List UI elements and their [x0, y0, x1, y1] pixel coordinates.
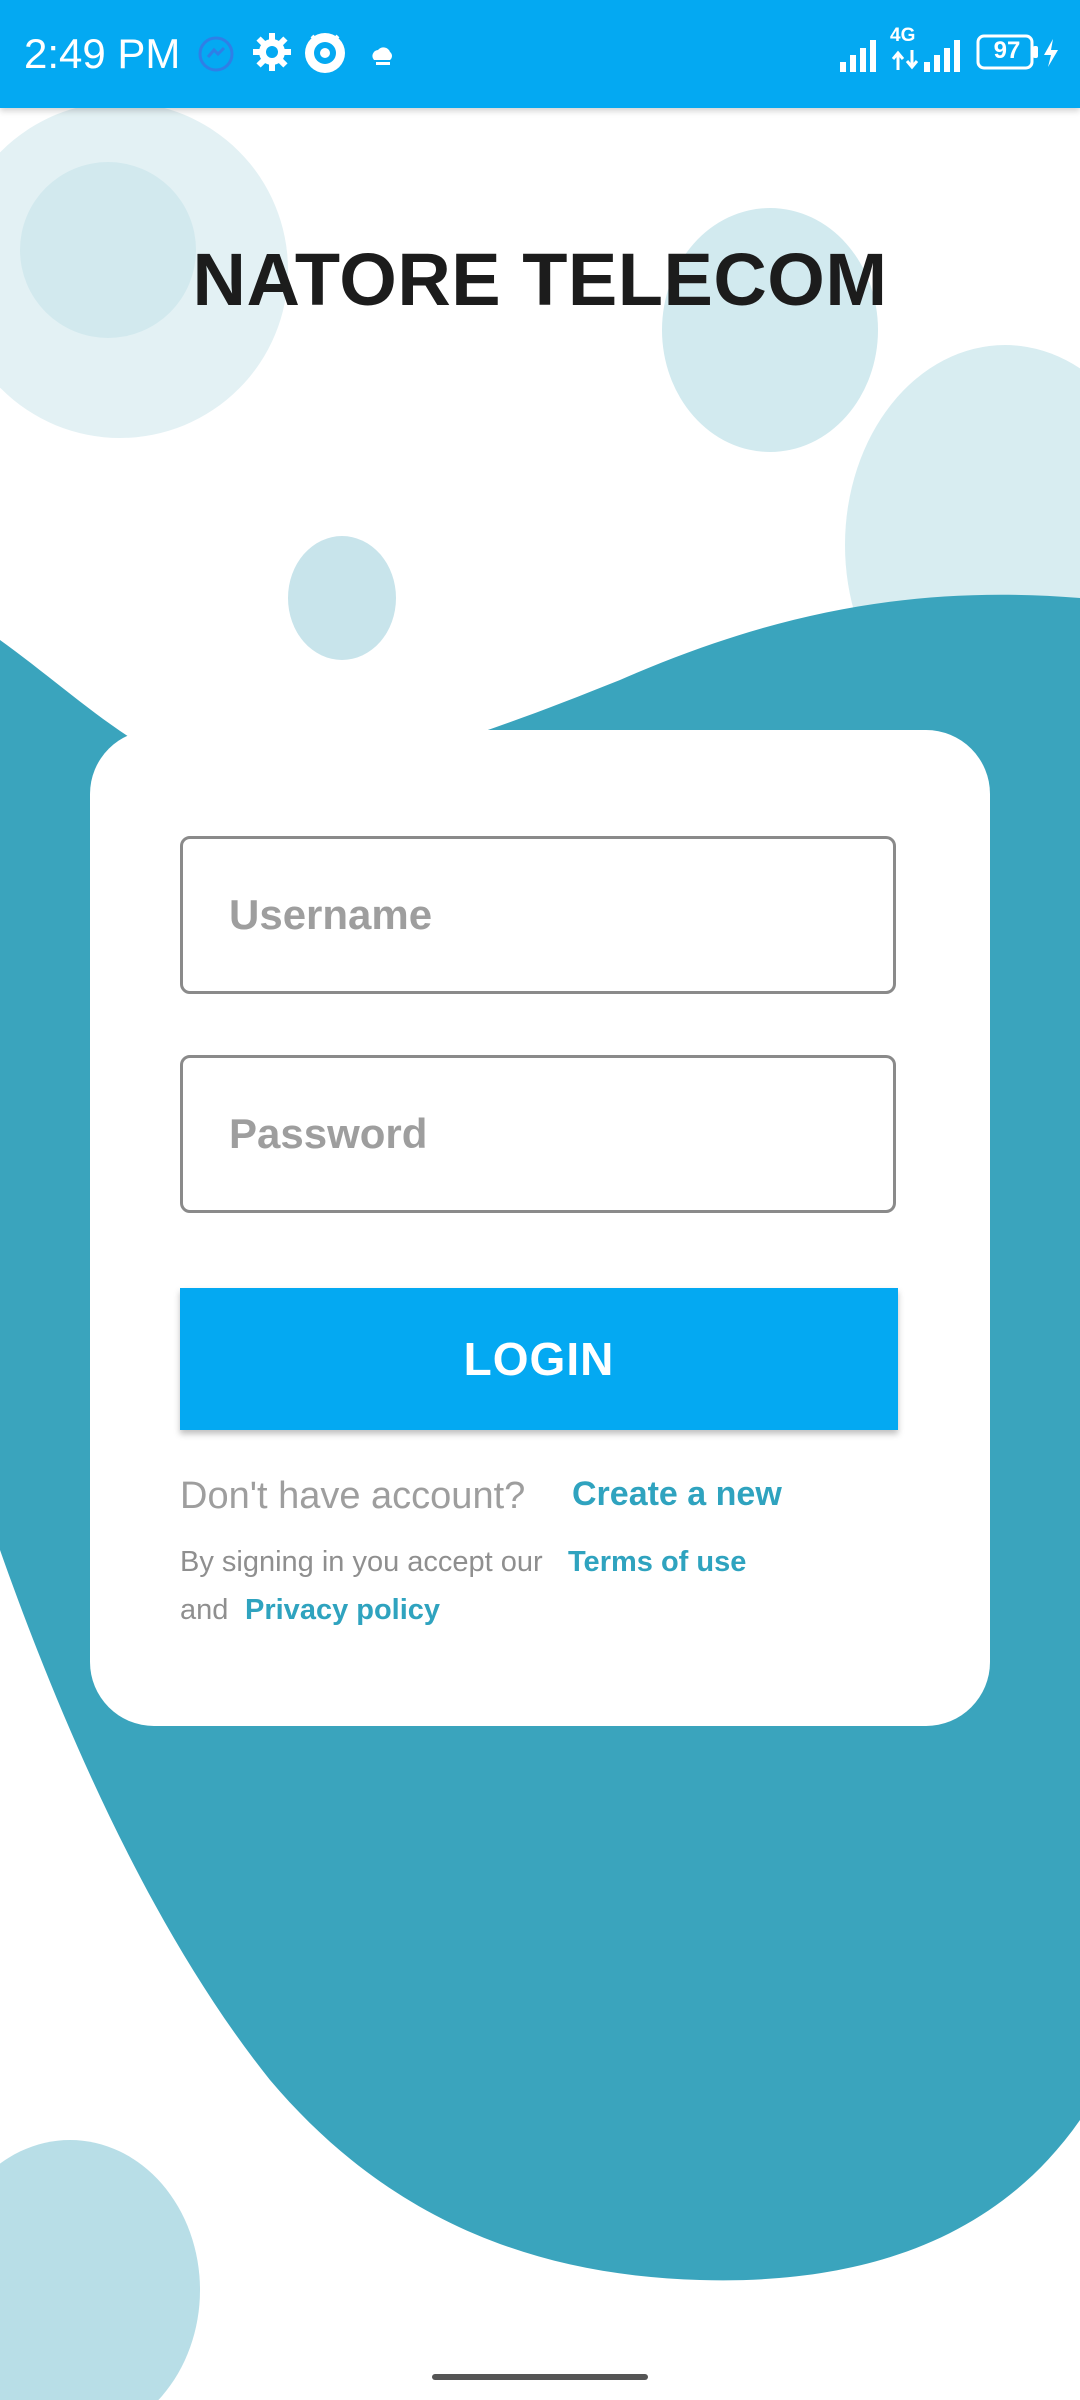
privacy-policy-link[interactable]: Privacy policy — [245, 1590, 440, 1630]
status-bar: 2:49 PM 4G 97 — [0, 0, 1080, 108]
create-account-link[interactable]: Create a new — [572, 1468, 782, 1520]
login-button[interactable]: LOGIN — [180, 1288, 898, 1430]
login-card: LOGIN Don't have account? Create a new B… — [90, 730, 990, 1726]
gear-icon — [253, 33, 291, 71]
status-time: 2:49 PM — [24, 30, 181, 77]
password-field — [180, 1055, 896, 1213]
username-input[interactable] — [183, 839, 893, 991]
battery-level: 97 — [993, 37, 1021, 64]
terms-prefix-text: By signing in you accept our — [180, 1546, 543, 1578]
no-account-text: Don't have account? — [180, 1475, 526, 1517]
password-input[interactable] — [183, 1058, 893, 1210]
app-title: NATORE TELECOM — [192, 238, 888, 321]
network-type-label: 4G — [890, 25, 916, 46]
browser-icon — [305, 33, 345, 73]
home-indicator[interactable] — [432, 2374, 648, 2380]
terms-of-use-link[interactable]: Terms of use — [568, 1542, 746, 1582]
bg-bubble — [288, 536, 396, 660]
data-arrows-icon — [891, 50, 919, 70]
and-text: and — [180, 1594, 229, 1626]
username-field — [180, 836, 896, 994]
charging-icon — [1044, 39, 1058, 67]
signal-icon — [840, 40, 876, 72]
signup-row: Don't have account? Create a new — [180, 1468, 940, 1524]
messenger-icon — [198, 36, 234, 72]
signal-icon — [924, 40, 960, 72]
cloud-icon — [372, 47, 392, 65]
bg-bubble — [0, 2140, 200, 2400]
